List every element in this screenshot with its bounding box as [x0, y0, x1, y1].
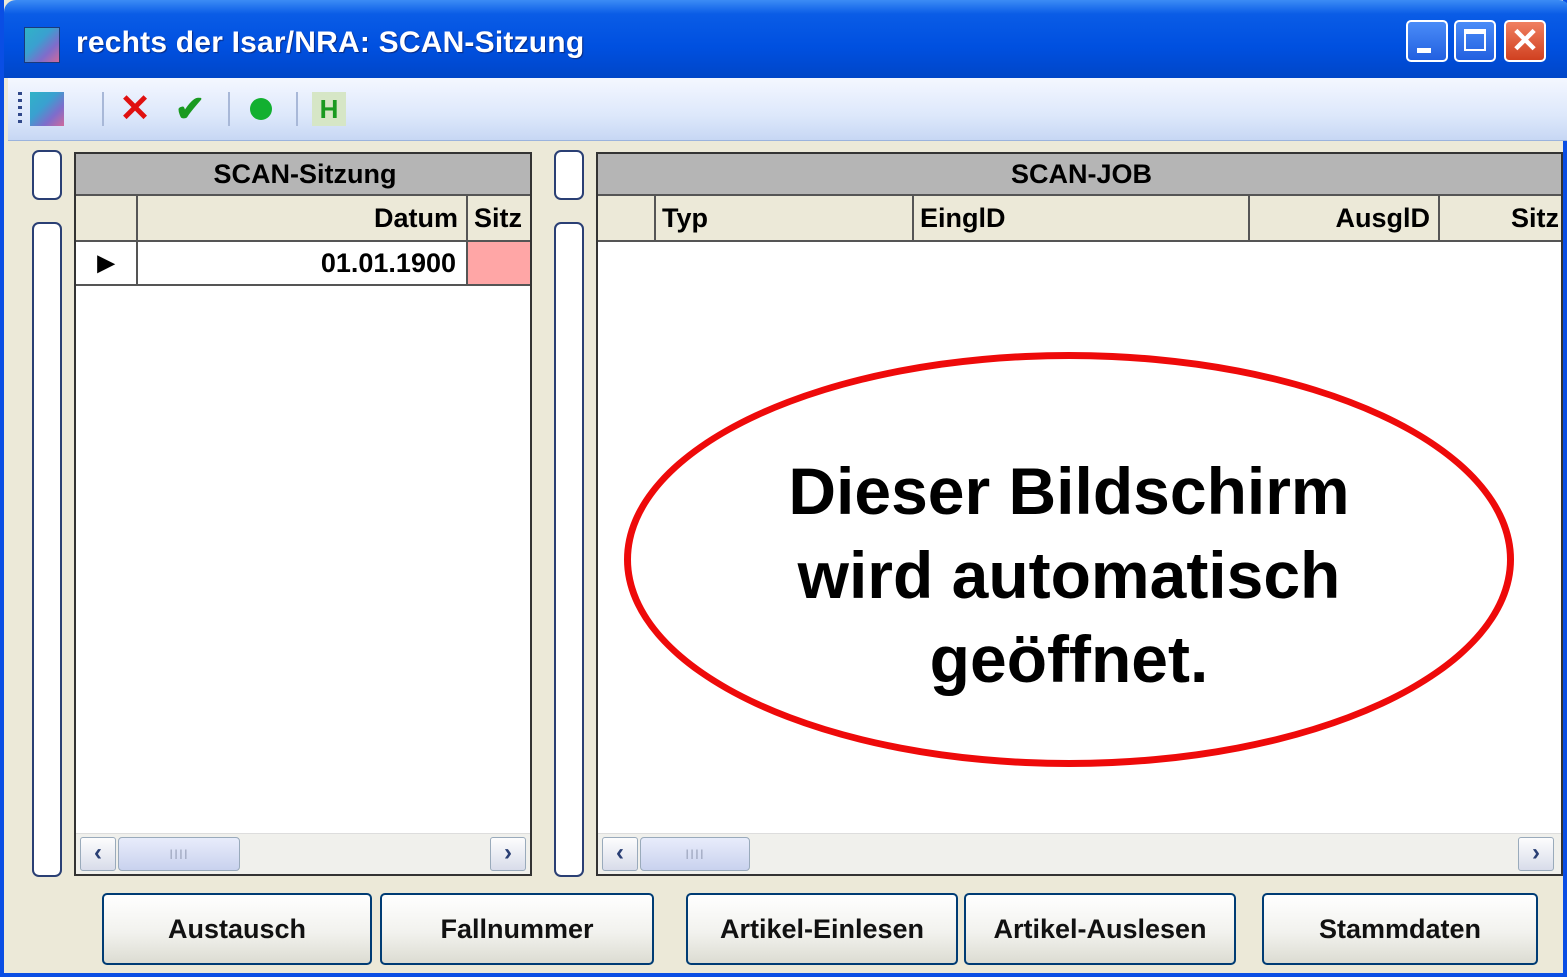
annotation-line-2: wird automatisch [797, 538, 1341, 612]
cell-datum[interactable]: 01.01.1900 [138, 242, 468, 286]
annotation-line-1: Dieser Bildschirm [788, 454, 1350, 528]
right-horizontal-scrollbar[interactable]: ‹ IIII › [598, 833, 1561, 874]
left-panel-side-handle[interactable] [32, 222, 62, 877]
artikel-einlesen-button[interactable]: Artikel-Einlesen [686, 893, 958, 965]
minimize-icon [1417, 48, 1431, 53]
scroll-thumb[interactable]: IIII [640, 837, 750, 871]
annotation-callout: Dieser Bildschirm wird automatisch geöff… [624, 352, 1514, 767]
scan-job-caption: SCAN-JOB [598, 154, 1561, 196]
scan-sitzung-grid: SCAN-Sitzung Datum Sitz ▶ 01.01.1900 ‹ I… [74, 152, 532, 876]
column-header-sitz[interactable]: Sitz [1440, 196, 1561, 242]
annotation-line-3: geöffnet. [929, 622, 1209, 696]
minimize-button[interactable] [1406, 20, 1448, 62]
right-panel-top-handle[interactable] [554, 150, 584, 200]
column-header-einglid[interactable]: EinglD [914, 196, 1250, 242]
stammdaten-button[interactable]: Stammdaten [1262, 893, 1538, 965]
maximize-icon [1464, 29, 1486, 51]
cell-sitz[interactable] [468, 242, 530, 286]
austausch-button[interactable]: Austausch [102, 893, 372, 965]
fallnummer-button[interactable]: Fallnummer [380, 893, 654, 965]
left-panel-top-handle[interactable] [32, 150, 62, 200]
row-selector-icon[interactable]: ▶ [76, 242, 138, 286]
row-indicator-header [76, 196, 138, 242]
scan-sitzung-caption: SCAN-Sitzung [76, 154, 530, 196]
toolbar-separator [228, 92, 230, 126]
close-icon: ✕ [1510, 22, 1540, 60]
app-toolbar-icon[interactable] [30, 92, 64, 126]
scroll-left-icon[interactable]: ‹ [602, 837, 638, 871]
toolbar: ✕ ✔ H [8, 78, 1567, 141]
right-panel-side-handle[interactable] [554, 222, 584, 877]
scroll-right-icon[interactable]: › [1518, 837, 1554, 871]
maximize-button[interactable] [1454, 20, 1496, 62]
close-button[interactable]: ✕ [1504, 20, 1546, 62]
app-icon [24, 27, 60, 63]
toolbar-separator [296, 92, 298, 126]
toolbar-grip-icon[interactable] [18, 92, 22, 124]
app-window: rechts der Isar/NRA: SCAN-Sitzung ✕ ✕ ✔ … [0, 0, 1567, 977]
column-header-ausglid[interactable]: AusglD [1250, 196, 1440, 242]
scroll-thumb[interactable]: IIII [118, 837, 240, 871]
confirm-check-icon[interactable]: ✔ [170, 91, 210, 127]
column-header-datum[interactable]: Datum [138, 196, 468, 242]
scroll-right-icon[interactable]: › [490, 837, 526, 871]
title-bar[interactable]: rechts der Isar/NRA: SCAN-Sitzung ✕ [4, 0, 1567, 78]
window-title: rechts der Isar/NRA: SCAN-Sitzung [76, 26, 585, 59]
scroll-left-icon[interactable]: ‹ [80, 837, 116, 871]
column-header-sitz[interactable]: Sitz [468, 196, 530, 242]
toolbar-separator [102, 92, 104, 126]
help-h-icon[interactable]: H [312, 92, 346, 126]
green-dot-icon[interactable] [244, 92, 278, 126]
row-indicator-header [598, 196, 656, 242]
artikel-auslesen-button[interactable]: Artikel-Auslesen [964, 893, 1236, 965]
column-header-typ[interactable]: Typ [656, 196, 914, 242]
left-horizontal-scrollbar[interactable]: ‹ IIII › [76, 833, 530, 874]
cancel-icon[interactable]: ✕ [116, 90, 154, 128]
annotation-text: Dieser Bildschirm wird automatisch geöff… [631, 449, 1507, 701]
